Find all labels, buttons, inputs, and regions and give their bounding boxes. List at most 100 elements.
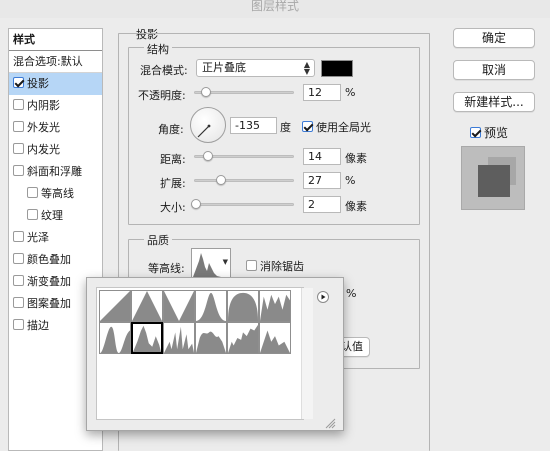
style-item-checkbox[interactable] (13, 77, 24, 88)
preview-label: 预览 (484, 126, 509, 140)
style-item-label: 渐变叠加 (27, 275, 71, 288)
contour-preset-cone[interactable] (131, 290, 163, 322)
distance-slider-thumb[interactable] (203, 151, 213, 161)
opacity-input[interactable]: 12 (303, 84, 341, 101)
styles-header[interactable]: 样式 (9, 29, 102, 51)
contour-grid (96, 287, 313, 420)
style-item-label: 等高线 (41, 187, 74, 200)
distance-input[interactable]: 14 (303, 148, 341, 165)
angle-dial[interactable] (190, 107, 226, 143)
style-item-label: 内阴影 (27, 99, 60, 112)
preview-checkbox[interactable] (470, 127, 481, 138)
contour-cove-deep-icon (196, 331, 226, 353)
window-title: 图层样式 (0, 0, 550, 18)
style-item-checkbox[interactable] (13, 319, 24, 330)
global-light-checkbox[interactable] (302, 121, 313, 132)
contour-preset-linear[interactable] (99, 290, 131, 322)
size-input[interactable]: 2 (303, 196, 341, 213)
antialias-label: 消除锯齿 (260, 260, 304, 273)
structure-title: 结构 (144, 41, 172, 57)
shadow-color-swatch[interactable] (321, 60, 353, 77)
angle-input[interactable]: -135 (230, 117, 277, 134)
contour-preview[interactable]: ▼ (191, 248, 231, 278)
contour-picker-popup (86, 277, 344, 431)
style-item-checkbox[interactable] (27, 187, 38, 198)
blend-options-item[interactable]: 混合选项:默认 (9, 51, 102, 73)
play-circle-icon (321, 294, 326, 300)
style-item-checkbox[interactable] (13, 121, 24, 132)
style-item-checkbox[interactable] (13, 143, 24, 154)
contour-preset-rolling-slope[interactable] (259, 322, 291, 354)
blend-mode-value: 正片叠底 (202, 61, 246, 74)
style-item[interactable]: 内发光 (9, 139, 102, 161)
global-light-label: 使用全局光 (316, 121, 371, 134)
contour-preset-cone-inverted[interactable] (163, 290, 195, 322)
spread-label: 扩展: (160, 177, 186, 190)
contour-preset-cove-deep[interactable] (195, 322, 227, 354)
contour-preset-rounded-steps[interactable] (131, 322, 163, 354)
blend-mode-select[interactable]: 正片叠底 ▲ ▼ (196, 59, 315, 77)
angle-unit: 度 (280, 121, 291, 134)
style-item-checkbox[interactable] (13, 297, 24, 308)
size-slider-thumb[interactable] (191, 199, 201, 209)
style-item-label: 投影 (27, 77, 49, 90)
style-item-checkbox[interactable] (13, 99, 24, 110)
style-item[interactable]: 纹理 (9, 205, 102, 227)
contour-rounded-steps-icon (133, 325, 161, 352)
contour-preset-gaussian[interactable] (195, 290, 227, 322)
spread-unit: % (345, 174, 356, 187)
spread-slider-track[interactable] (194, 179, 294, 182)
size-slider-track[interactable] (194, 203, 294, 206)
style-item[interactable]: 内阴影 (9, 95, 102, 117)
style-item-label: 颜色叠加 (27, 253, 71, 266)
reset-default-label: 认值 (341, 340, 363, 353)
contour-preset-ring-double[interactable] (99, 322, 131, 354)
style-item[interactable]: 斜面和浮雕 (9, 161, 102, 183)
style-item-checkbox[interactable] (27, 209, 38, 220)
contour-cove-shallow-icon (228, 324, 258, 353)
antialias-checkbox[interactable] (246, 260, 257, 271)
preview-thumbnail (461, 146, 525, 210)
style-item-checkbox[interactable] (13, 165, 24, 176)
contour-preset-half-round[interactable] (227, 290, 259, 322)
style-item-checkbox[interactable] (13, 275, 24, 286)
contour-preset-ring[interactable] (259, 290, 291, 322)
chevron-updown-icon: ▲ ▼ (303, 60, 310, 76)
style-item-label: 光泽 (27, 231, 49, 244)
style-item-label: 外发光 (27, 121, 60, 134)
contour-cone-inverted-icon (164, 291, 194, 321)
opacity-slider-thumb[interactable] (201, 87, 211, 97)
blend-mode-label: 混合模式: (140, 64, 188, 77)
spread-slider-thumb[interactable] (216, 175, 226, 185)
contour-grid-scrollbar[interactable] (301, 288, 313, 419)
cancel-button[interactable]: 取消 (453, 60, 535, 80)
contour-cone-icon (132, 291, 162, 321)
noise-unit: % (346, 287, 357, 300)
contour-preset-sawtooth[interactable] (163, 322, 195, 354)
contour-menu-button[interactable] (317, 291, 329, 303)
style-item[interactable]: 颜色叠加 (9, 249, 102, 271)
style-item[interactable]: 等高线 (9, 183, 102, 205)
global-light-option[interactable]: 使用全局光 (302, 119, 371, 135)
style-item[interactable]: 投影 (9, 73, 102, 95)
style-item-checkbox[interactable] (13, 231, 24, 242)
quality-title: 品质 (144, 232, 172, 248)
preview-option[interactable]: 预览 (470, 124, 508, 141)
spread-input[interactable]: 27 (303, 172, 341, 189)
style-item[interactable]: 外发光 (9, 117, 102, 139)
new-style-button[interactable]: 新建样式... (453, 92, 535, 112)
contour-half-round-icon (228, 292, 258, 321)
contour-dropdown-chevron-icon[interactable]: ▼ (223, 258, 228, 266)
style-item[interactable]: 光泽 (9, 227, 102, 249)
distance-label: 距离: (160, 153, 186, 166)
style-item-label: 斜面和浮雕 (27, 165, 82, 178)
contour-preview-icon (193, 253, 221, 277)
contour-preset-cove-shallow[interactable] (227, 322, 259, 354)
size-label: 大小: (160, 201, 186, 214)
ok-button[interactable]: 确定 (453, 28, 535, 48)
style-item-checkbox[interactable] (13, 253, 24, 264)
style-item-label: 纹理 (41, 209, 63, 222)
resize-grip-icon[interactable] (325, 418, 336, 429)
style-item-label: 内发光 (27, 143, 60, 156)
antialias-option[interactable]: 消除锯齿 (246, 258, 304, 274)
